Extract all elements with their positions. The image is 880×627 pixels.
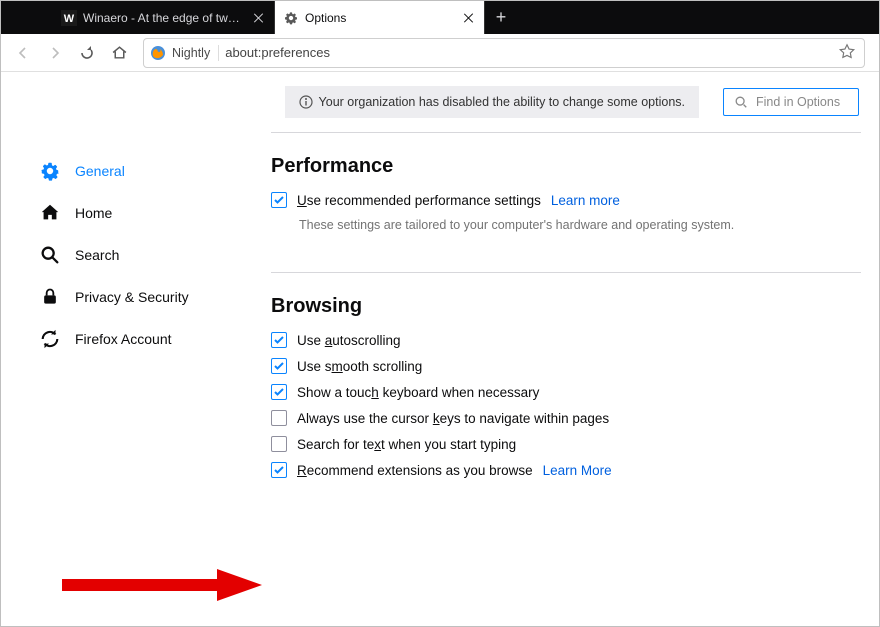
- sidebar-item-search[interactable]: Search: [39, 234, 241, 276]
- info-icon: [299, 95, 313, 109]
- checkbox-recommended-performance[interactable]: [271, 192, 287, 208]
- checkbox-label: Recommend extensions as you browse: [297, 463, 533, 478]
- section-heading-browsing: Browsing: [271, 295, 879, 318]
- gear-icon: [283, 10, 299, 26]
- tab-title: Options: [305, 11, 456, 25]
- url-bar[interactable]: Nightly about:preferences: [143, 38, 865, 68]
- navbar: Nightly about:preferences: [1, 34, 879, 72]
- checkbox-label: Use smooth scrolling: [297, 359, 422, 374]
- divider: [271, 272, 861, 273]
- identity-label: Nightly: [172, 46, 210, 60]
- close-icon[interactable]: [462, 11, 476, 25]
- close-icon[interactable]: [252, 11, 266, 25]
- sidebar-item-label: Privacy & Security: [75, 289, 189, 305]
- checkbox-caret-browsing[interactable]: [271, 410, 287, 426]
- search-icon: [734, 95, 748, 109]
- tab-strip: W Winaero - At the edge of tweaking Opti…: [1, 1, 879, 34]
- checkbox-label: Use autoscrolling: [297, 333, 401, 348]
- sidebar-item-label: General: [75, 163, 125, 179]
- new-tab-button[interactable]: +: [485, 1, 517, 34]
- learn-more-link[interactable]: Learn more: [551, 193, 620, 208]
- find-placeholder: Find in Options: [756, 95, 840, 109]
- checkbox-label: Show a touch keyboard when necessary: [297, 385, 539, 400]
- sidebar-item-account[interactable]: Firefox Account: [39, 318, 241, 360]
- svg-text:W: W: [64, 13, 75, 25]
- sidebar-item-privacy[interactable]: Privacy & Security: [39, 276, 241, 318]
- firefox-icon: [150, 45, 166, 61]
- checkbox-smooth-scrolling[interactable]: [271, 358, 287, 374]
- forward-button[interactable]: [41, 39, 69, 67]
- sidebar-item-general[interactable]: General: [39, 150, 241, 192]
- home-icon: [39, 202, 61, 224]
- section-heading-performance: Performance: [271, 155, 879, 178]
- bookmark-star-icon[interactable]: [838, 43, 858, 63]
- sidebar-item-label: Firefox Account: [75, 331, 172, 347]
- tab-title: Winaero - At the edge of tweaking: [83, 11, 246, 25]
- checkbox-autoscrolling[interactable]: [271, 332, 287, 348]
- find-in-options[interactable]: Find in Options: [723, 88, 859, 116]
- checkbox-recommend-extensions[interactable]: [271, 462, 287, 478]
- divider: [271, 132, 861, 133]
- search-icon: [39, 244, 61, 266]
- checkbox-search-start-typing[interactable]: [271, 436, 287, 452]
- home-button[interactable]: [105, 39, 133, 67]
- favicon-winaero: W: [61, 10, 77, 26]
- checkbox-label: Always use the cursor keys to navigate w…: [297, 411, 609, 426]
- back-button[interactable]: [9, 39, 37, 67]
- sidebar-item-label: Search: [75, 247, 119, 263]
- annotation-arrow: [62, 565, 262, 605]
- lock-icon: [39, 286, 61, 308]
- identity-box[interactable]: Nightly: [150, 45, 219, 61]
- tab-winaero[interactable]: W Winaero - At the edge of tweaking: [53, 1, 275, 34]
- learn-more-link[interactable]: Learn More: [543, 463, 612, 478]
- main-pane: Performance Use recommended performance …: [241, 132, 879, 626]
- sync-icon: [39, 328, 61, 350]
- performance-subtext: These settings are tailored to your comp…: [299, 218, 879, 232]
- banner-text: Your organization has disabled the abili…: [319, 95, 685, 109]
- category-sidebar: General Home Search Privacy & Security F…: [1, 132, 241, 626]
- sidebar-item-home[interactable]: Home: [39, 192, 241, 234]
- url-text: about:preferences: [225, 45, 838, 60]
- checkbox-label: Search for text when you start typing: [297, 437, 516, 452]
- tab-options[interactable]: Options: [275, 1, 485, 34]
- checkbox-label: Use recommended performance settings: [297, 193, 541, 208]
- sidebar-item-label: Home: [75, 205, 112, 221]
- reload-button[interactable]: [73, 39, 101, 67]
- checkbox-touch-keyboard[interactable]: [271, 384, 287, 400]
- policy-banner: Your organization has disabled the abili…: [285, 86, 699, 118]
- gear-icon: [39, 160, 61, 182]
